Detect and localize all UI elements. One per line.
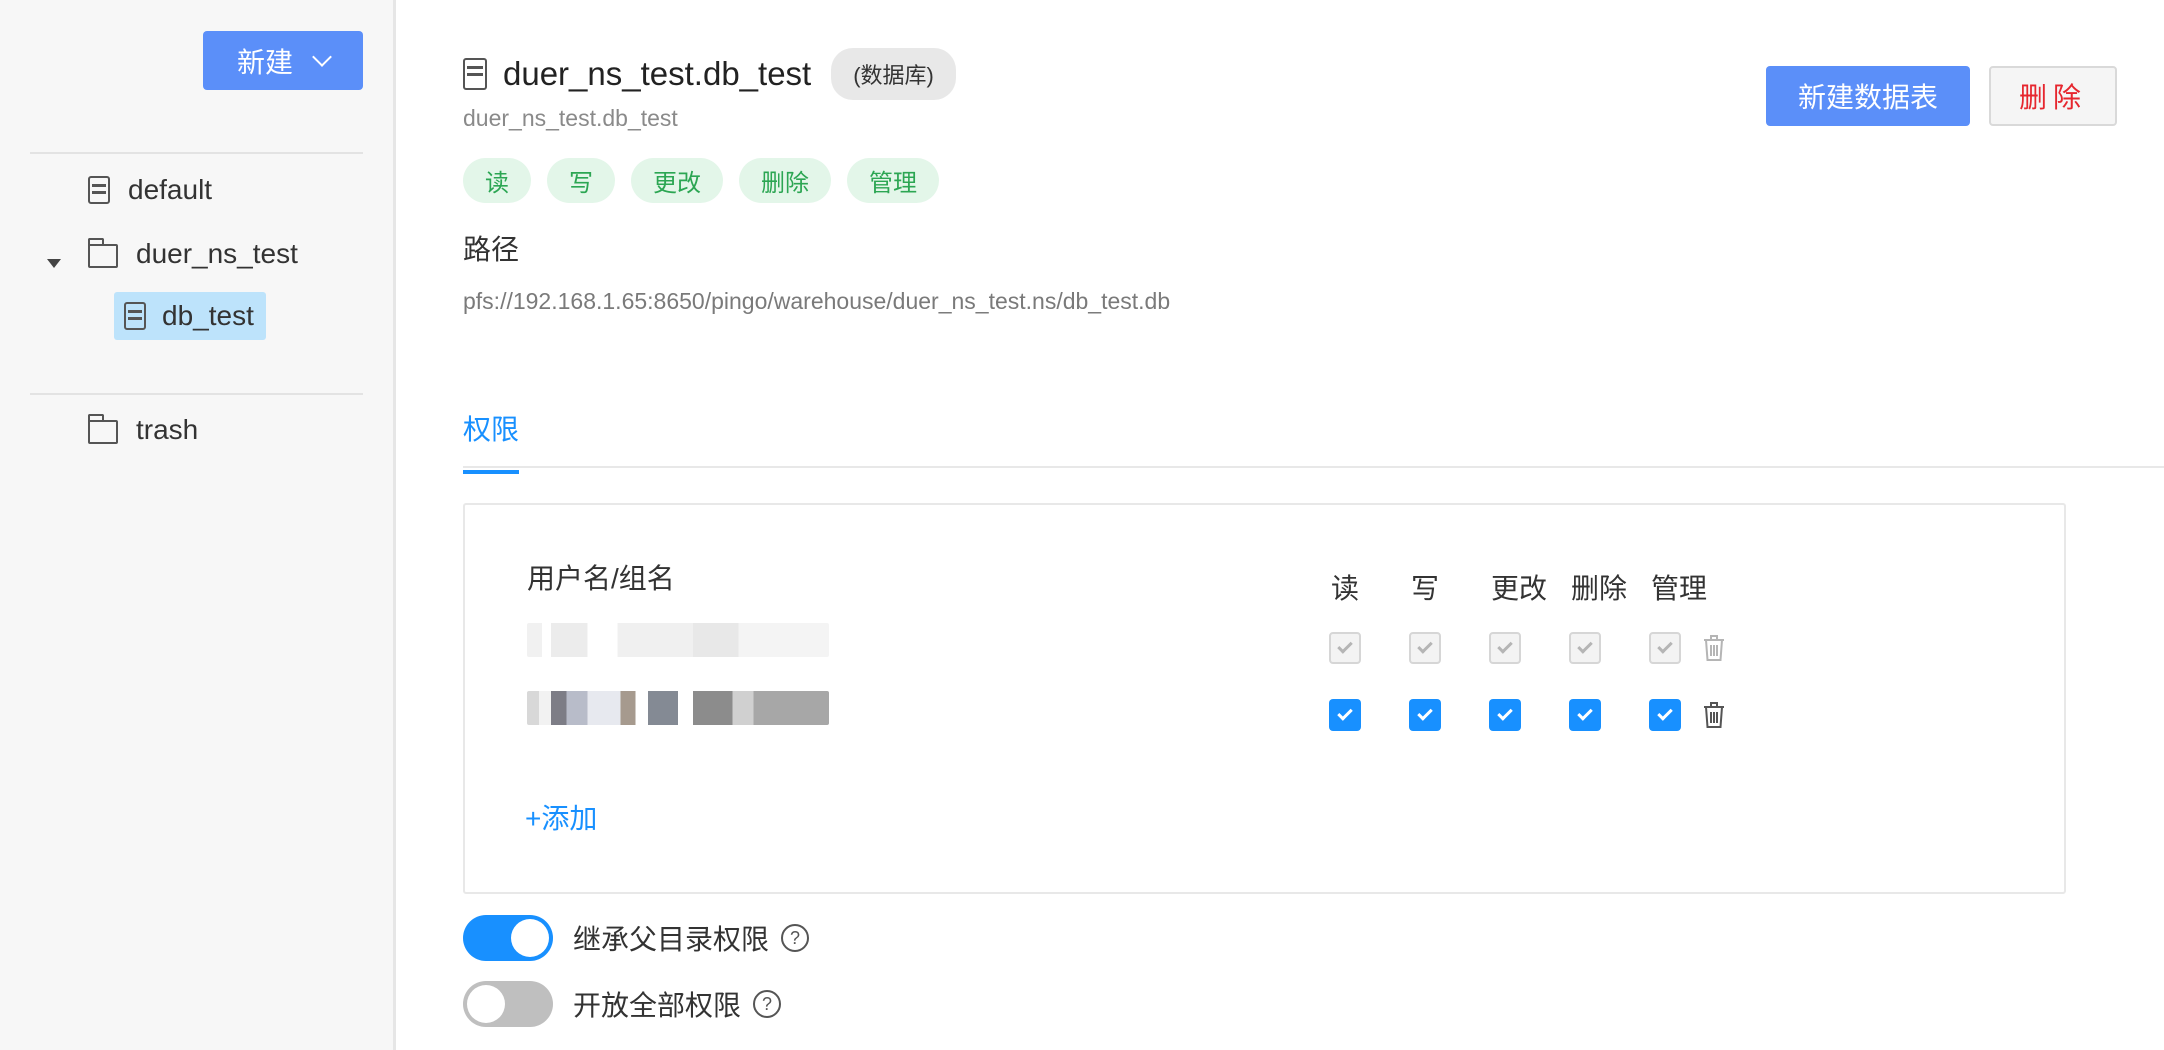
- check-icon: [1417, 705, 1433, 721]
- database-icon: [463, 58, 487, 90]
- sidebar-divider: [30, 152, 363, 154]
- inherit-permission-row: 继承父目录权限 ?: [463, 915, 810, 961]
- tab-permissions[interactable]: 权限: [463, 408, 520, 474]
- inherit-permission-label: 继承父目录权限: [573, 924, 770, 955]
- open-all-permission-toggle[interactable]: [463, 981, 553, 1027]
- tab-bar: 权限: [463, 408, 2164, 474]
- trash-icon[interactable]: [1701, 700, 1727, 730]
- column-header-user: 用户名/组名: [527, 563, 675, 594]
- path-value: pfs://192.168.1.65:8650/pingo/warehouse/…: [463, 288, 1171, 314]
- tree-item-label: default: [128, 174, 213, 205]
- sidebar: 新建 default duer_ns_test db_test trash: [0, 0, 396, 1050]
- database-icon: [124, 302, 146, 330]
- check-icon: [1577, 638, 1593, 654]
- permissions-panel: 用户名/组名 读 写 更改 删除 管理 +添加: [463, 503, 2066, 894]
- tree-item-label: db_test: [162, 300, 254, 331]
- check-icon: [1497, 638, 1513, 654]
- checkbox-admin[interactable]: [1649, 632, 1681, 664]
- permission-tag-admin: 管理: [847, 158, 939, 203]
- open-all-permission-label: 开放全部权限: [573, 990, 742, 1021]
- check-icon: [1657, 705, 1673, 721]
- check-icon: [1337, 638, 1353, 654]
- chevron-down-icon: [312, 46, 332, 67]
- checkbox-delete[interactable]: [1569, 632, 1601, 664]
- checkbox-write[interactable]: [1409, 632, 1441, 664]
- page-subtitle: duer_ns_test.db_test: [463, 105, 678, 131]
- add-permission-link[interactable]: +添加: [525, 797, 597, 837]
- checkbox-delete[interactable]: [1569, 699, 1601, 731]
- page-header: duer_ns_test.db_test (数据库): [463, 48, 956, 100]
- caret-down-icon[interactable]: [47, 259, 61, 268]
- checkbox-alter[interactable]: [1489, 632, 1521, 664]
- new-dropdown-button[interactable]: 新建: [203, 31, 363, 90]
- new-button-label: 新建: [236, 46, 293, 78]
- path-label: 路径: [463, 234, 520, 265]
- toggle-knob: [467, 985, 505, 1023]
- tree-item-trash[interactable]: trash: [87, 414, 199, 446]
- folder-icon: [87, 414, 118, 444]
- tree-item-label: trash: [136, 414, 199, 445]
- page-title: duer_ns_test.db_test: [503, 55, 812, 92]
- check-icon: [1417, 638, 1433, 654]
- new-table-button[interactable]: 新建数据表: [1766, 66, 1970, 126]
- column-header-delete: 删除: [1571, 573, 1628, 604]
- checkbox-write[interactable]: [1409, 699, 1441, 731]
- app-window: 新建 default duer_ns_test db_test trash du…: [0, 0, 2164, 1050]
- tree-item-label: duer_ns_test: [136, 238, 298, 269]
- permission-tag-read: 读: [463, 158, 531, 203]
- checkbox-alter[interactable]: [1489, 699, 1521, 731]
- column-header-admin: 管理: [1651, 573, 1708, 604]
- trash-icon[interactable]: [1701, 633, 1727, 663]
- permission-tag-delete: 删除: [739, 158, 831, 203]
- help-icon[interactable]: ?: [781, 924, 810, 952]
- main-content: duer_ns_test.db_test (数据库) duer_ns_test.…: [399, 0, 2164, 1050]
- checkbox-admin[interactable]: [1649, 699, 1681, 731]
- tree-item-duer-ns-test[interactable]: duer_ns_test: [87, 238, 298, 270]
- column-header-read: 读: [1331, 573, 1360, 604]
- help-icon[interactable]: ?: [753, 990, 782, 1018]
- check-icon: [1657, 638, 1673, 654]
- folder-icon: [87, 238, 118, 268]
- inherit-permission-toggle[interactable]: [463, 915, 553, 961]
- column-header-alter: 更改: [1491, 573, 1548, 604]
- checkbox-read[interactable]: [1329, 699, 1361, 731]
- check-icon: [1497, 705, 1513, 721]
- tree-item-default[interactable]: default: [88, 174, 212, 206]
- database-icon: [88, 176, 110, 204]
- redacted-user-name: [527, 691, 829, 725]
- permission-tags: 读 写 更改 删除 管理: [463, 158, 939, 203]
- checkbox-read[interactable]: [1329, 632, 1361, 664]
- toggle-knob: [511, 919, 549, 957]
- permission-tag-alter: 更改: [631, 158, 723, 203]
- permission-tag-write: 写: [547, 158, 615, 203]
- open-all-permission-row: 开放全部权限 ?: [463, 981, 782, 1027]
- type-badge: (数据库): [831, 48, 956, 100]
- tree-item-db-test[interactable]: db_test: [114, 292, 266, 340]
- check-icon: [1337, 705, 1353, 721]
- delete-button[interactable]: 删除: [1989, 66, 2117, 126]
- sidebar-divider: [30, 393, 363, 395]
- check-icon: [1577, 705, 1593, 721]
- redacted-user-name: [527, 623, 829, 657]
- column-header-write: 写: [1411, 573, 1440, 604]
